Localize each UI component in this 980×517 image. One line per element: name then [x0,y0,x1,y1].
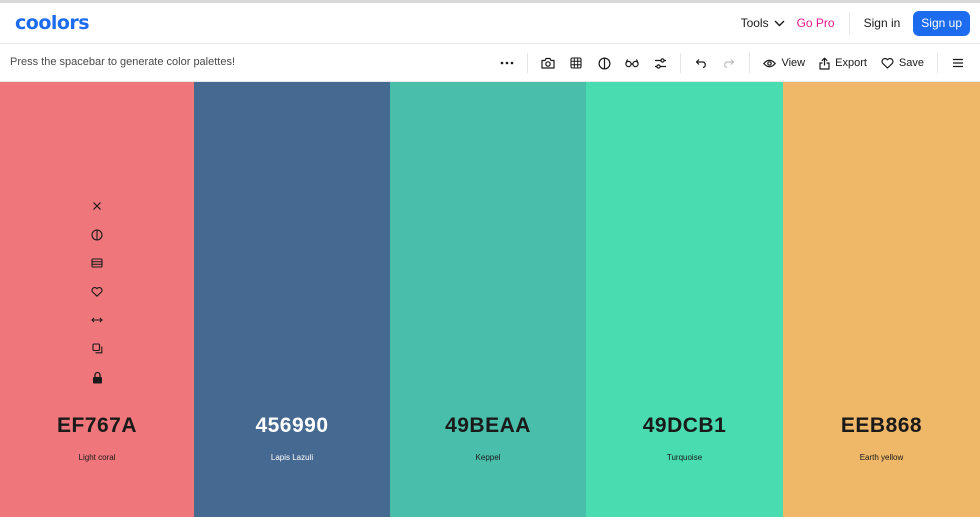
toolbar-divider [680,53,682,73]
go-pro-link[interactable]: Go Pro [797,16,835,30]
toolbar-divider [749,53,751,73]
spacebar-hint: Press the spacebar to generate color pal… [10,56,236,68]
hex-code[interactable]: EEB868 [783,414,980,438]
view-shades-button[interactable] [87,225,107,245]
close-icon [93,202,101,210]
sliders-icon [654,57,666,69]
color-name[interactable]: Lapis Lazuli [194,453,390,462]
swatch-tools [87,196,107,396]
view-label: View [781,57,806,69]
shades-icon [91,258,103,268]
color-swatch[interactable]: 49BEAA Keppel [390,82,586,517]
contrast-icon [598,56,611,70]
contrast-button[interactable] [592,51,616,75]
palette-toolbar: Press the spacebar to generate color pal… [0,44,980,82]
header-nav: Tools Go Pro Sign in Sign up [741,10,970,36]
view-button[interactable]: View [758,51,810,75]
toolbar-divider [527,53,529,73]
color-swatch[interactable]: 456990 Lapis Lazuli [194,82,390,517]
export-label: Export [835,57,867,69]
undo-icon [696,59,707,68]
glasses-icon [625,59,640,68]
color-palette: EF767A Light coral 456990 Lapis Lazuli 4… [0,82,980,517]
camera-button[interactable] [536,51,560,75]
more-dots-icon [501,61,514,65]
color-swatch[interactable]: EF767A Light coral [0,82,194,517]
color-name[interactable]: Earth yellow [783,453,980,462]
sign-in-link[interactable]: Sign in [864,16,901,30]
toolbar-divider [937,53,938,73]
color-name[interactable]: Keppel [390,453,586,462]
share-icon [819,57,830,70]
drag-button[interactable] [87,310,107,330]
export-button[interactable]: Export [814,51,872,75]
grid-icon [570,57,583,69]
heart-icon [881,57,894,69]
save-label: Save [898,57,924,69]
app-header: coolors Tools Go Pro Sign in Sign up [0,3,980,44]
sign-up-button[interactable]: Sign up [913,10,970,36]
more-options-button[interactable] [495,51,519,75]
color-swatch[interactable]: 49DCB1 Turquoise [586,82,783,517]
chevron-down-icon [774,20,785,26]
lock-icon [92,371,102,383]
remove-color-button[interactable] [87,196,107,216]
lock-color-button[interactable] [87,367,107,387]
color-swatch[interactable]: EEB868 Earth yellow [783,82,980,517]
contrast-icon [91,228,103,241]
menu-button[interactable] [946,51,970,75]
undo-button[interactable] [689,51,713,75]
coolors-logo[interactable]: coolors [15,12,90,34]
heart-icon [91,286,103,297]
shades-button[interactable] [87,253,107,273]
copy-hex-button[interactable] [87,339,107,359]
adjust-button[interactable] [648,51,672,75]
copy-icon [91,343,102,354]
hex-code[interactable]: 456990 [194,414,390,438]
save-button[interactable]: Save [876,51,929,75]
color-name[interactable]: Turquoise [586,453,783,462]
hex-code[interactable]: 49DCB1 [586,414,783,438]
header-divider [848,12,850,34]
color-name[interactable]: Light coral [0,453,194,462]
toolbar-actions: View Export Save [493,51,972,75]
redo-icon [724,59,735,68]
hex-code[interactable]: 49BEAA [390,414,586,438]
redo-button[interactable] [717,51,741,75]
camera-icon [541,57,556,69]
save-color-button[interactable] [87,282,107,302]
grid-button[interactable] [564,51,588,75]
tools-label: Tools [740,16,769,30]
eye-icon [763,59,777,67]
color-blindness-button[interactable] [620,51,644,75]
hamburger-icon [953,58,963,68]
hex-code[interactable]: EF767A [0,414,194,438]
drag-icon [91,317,103,323]
tools-menu[interactable]: Tools [741,16,785,30]
